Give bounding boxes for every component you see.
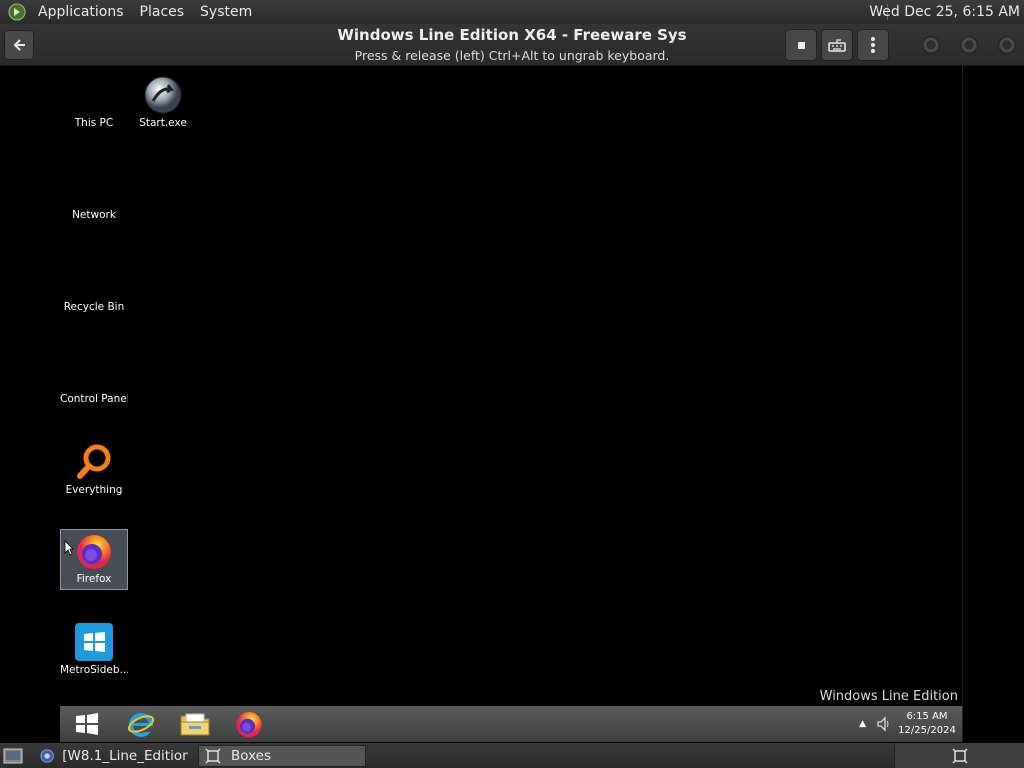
icon-label: Start.exe — [139, 117, 187, 129]
taskbar-start-button[interactable] — [60, 706, 114, 742]
stop-button[interactable] — [785, 29, 817, 61]
tray-time: 6:15 AM — [906, 711, 948, 722]
file-explorer-icon — [180, 713, 210, 736]
desktop-icon-everything[interactable]: Everything — [60, 441, 128, 501]
icon-label: This PC — [74, 117, 114, 129]
stop-icon — [797, 41, 805, 49]
icon-label: Firefox — [76, 573, 112, 585]
minimize-button[interactable] — [922, 36, 940, 54]
panel-clock[interactable]: Wed Dec 25, 6:15 AM — [869, 0, 1020, 24]
everything-icon — [72, 441, 116, 483]
close-button[interactable] — [998, 36, 1016, 54]
keyboard-button[interactable] — [821, 29, 853, 61]
taskbar-file-explorer[interactable] — [168, 706, 222, 742]
system-tray: ▲ 6:15 AM 12/25/2024 — [859, 706, 962, 742]
taskbar-internet-explorer[interactable] — [114, 706, 168, 742]
guest-desktop[interactable]: This PC Start.exe Network Recycle Bin Co… — [60, 66, 962, 742]
top-panel: Applications Places System Wed Dec 25, 6… — [0, 0, 1024, 24]
edition-watermark: Windows Line Edition — [819, 689, 958, 704]
task-label: [W8.1_Line_Edition... — [62, 747, 188, 764]
mouse-cursor-icon — [64, 540, 74, 556]
metro-sidebar-icon — [72, 621, 116, 663]
desktop-icon-control-panel[interactable]: Control Panel — [60, 350, 128, 410]
desktop-icon-firefox[interactable]: Firefox — [60, 529, 128, 590]
recycle-bin-icon — [72, 258, 116, 300]
icon-label: Everything — [65, 484, 123, 496]
task-boxes[interactable]: Boxes — [198, 744, 366, 767]
tray-date: 12/25/2024 — [898, 725, 956, 736]
icon-label: Recycle Bin — [63, 301, 125, 313]
firefox-icon — [72, 530, 116, 572]
icon-label: Network — [72, 209, 116, 221]
internet-explorer-icon — [127, 713, 155, 737]
keyboard-icon — [828, 39, 846, 52]
applications-menu[interactable]: Applications — [30, 0, 132, 24]
vertical-dots-icon — [871, 37, 875, 53]
places-menu[interactable]: Places — [132, 0, 193, 24]
start-exe-icon — [141, 74, 185, 116]
task-vm-window[interactable]: [W8.1_Line_Edition... — [34, 745, 194, 767]
system-menu[interactable]: System — [192, 0, 260, 24]
icon-label: Control Panel — [60, 393, 128, 405]
tray-clock[interactable]: 6:15 AM 12/25/2024 — [892, 710, 962, 738]
firefox-icon — [236, 712, 262, 738]
tray-overflow-chevron-icon[interactable]: ▲ — [859, 719, 866, 729]
desktop-icon-start-exe[interactable]: Start.exe — [129, 74, 197, 134]
guest-border — [962, 66, 963, 742]
desktop-icon-network[interactable]: Network — [60, 166, 128, 226]
taskbar-firefox[interactable] — [222, 706, 276, 742]
boxes-header-bar: Windows Line Edition X64 - Freeware Sys … — [0, 24, 1024, 66]
maximize-button[interactable] — [960, 36, 978, 54]
network-icon — [72, 166, 116, 208]
icon-label: MetroSideb... — [60, 664, 128, 676]
desktop-icon-metro-sidebar[interactable]: MetroSideb... — [60, 621, 128, 681]
desktop-icon-this-pc[interactable]: This PC — [60, 74, 128, 134]
task-label: Boxes — [231, 747, 272, 764]
guest-taskbar: ▲ 6:15 AM 12/25/2024 — [60, 706, 962, 742]
gnome-foot-icon[interactable] — [6, 1, 28, 23]
boxes-window-icon — [205, 747, 221, 764]
windows-start-icon — [76, 713, 98, 735]
workspace-switcher[interactable] — [894, 743, 1024, 768]
show-desktop-icon[interactable] — [0, 745, 26, 767]
bottom-panel: [W8.1_Line_Edition... Boxes — [0, 743, 1024, 768]
volume-icon[interactable] — [876, 716, 892, 732]
control-panel-icon — [72, 350, 116, 392]
menu-button[interactable] — [857, 29, 889, 61]
desktop-icon-recycle-bin[interactable]: Recycle Bin — [60, 258, 128, 318]
this-pc-icon — [72, 74, 116, 116]
workspace-icon — [951, 747, 968, 764]
boxes-app-icon — [40, 748, 54, 763]
